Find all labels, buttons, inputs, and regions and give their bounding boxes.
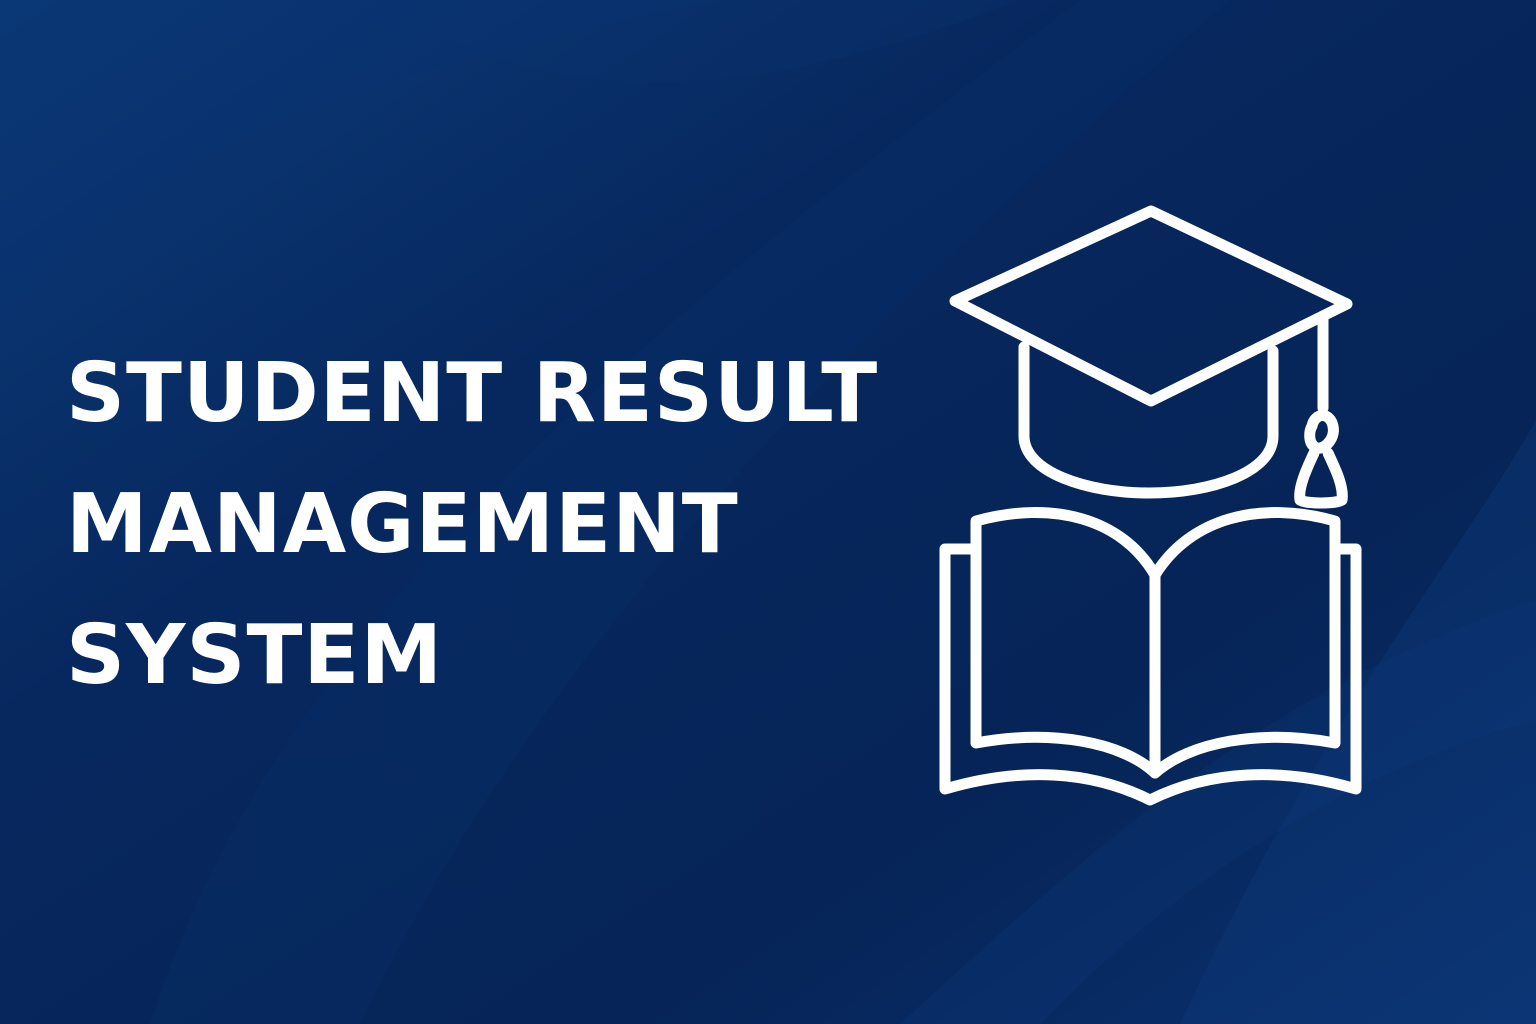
graduation-cap-icon (949, 205, 1353, 509)
title-line-2: MANAGEMENT (66, 477, 739, 572)
app-title: STUDENT RESULT MANAGEMENT SYSTEM (66, 328, 878, 721)
open-book-icon (939, 507, 1362, 806)
education-emblem (939, 205, 1362, 806)
title-line-1: STUDENT RESULT (66, 346, 879, 441)
title-line-3: SYSTEM (66, 608, 444, 703)
